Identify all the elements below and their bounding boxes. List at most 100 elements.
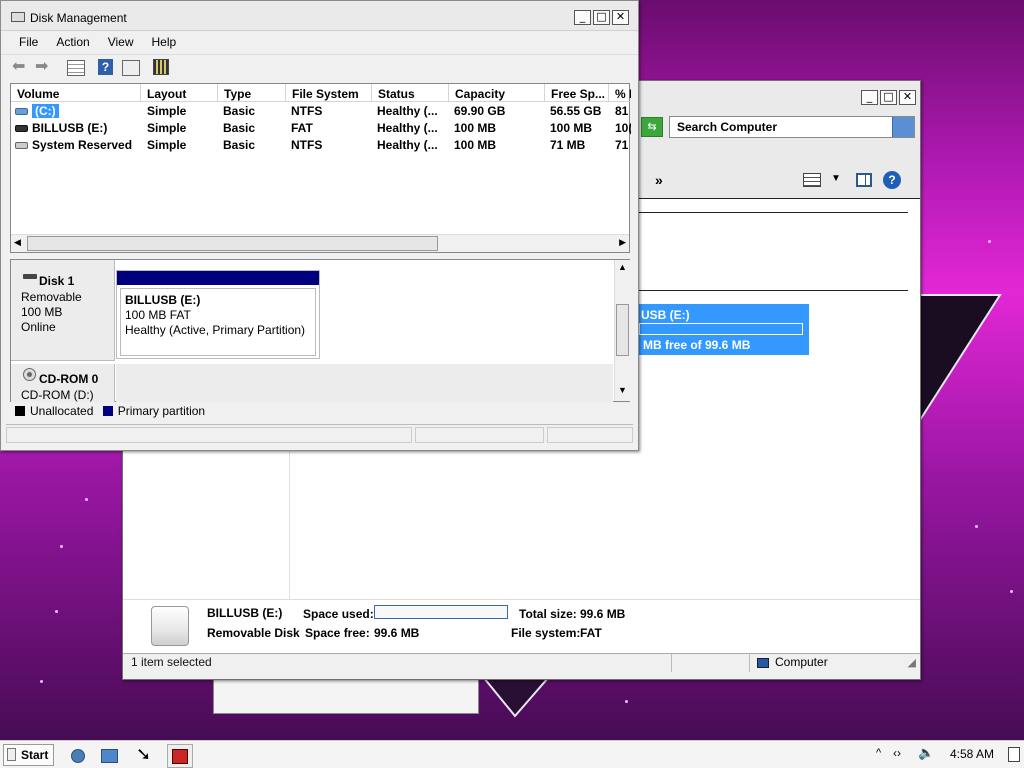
tray-expand-icon[interactable]: ^ — [876, 747, 881, 759]
drive-icon — [15, 142, 28, 149]
scroll-up-icon[interactable]: ▲ — [618, 262, 627, 272]
cell-layout: Simple — [147, 138, 187, 152]
forward-arrow-icon[interactable]: ➡ — [35, 56, 48, 76]
refresh-button[interactable]: ⇆ — [641, 117, 663, 137]
cell-free-space: 56.55 GB — [550, 104, 602, 118]
disk1-type: Removable — [21, 290, 82, 304]
folder-quicklaunch-icon[interactable] — [101, 749, 118, 763]
table-row[interactable]: BILLUSB (E:) Simple Basic FAT Healthy (.… — [11, 120, 631, 137]
show-desktop-button[interactable] — [1008, 747, 1020, 762]
cell-type: Basic — [223, 138, 256, 152]
space-used-label: Space used: — [303, 607, 374, 621]
cell-percent-free: 10( — [615, 121, 631, 135]
dm-titlebar[interactable]: Disk Management — [1, 1, 638, 31]
cell-capacity: 69.90 GB — [454, 104, 506, 118]
space-free-label: Space free: — [305, 626, 370, 640]
partition-status: Healthy (Active, Primary Partition) — [125, 323, 306, 337]
disk1-state: Online — [21, 320, 56, 334]
cell-status: Healthy (... — [377, 138, 438, 152]
taskbar: Start ➘ ^ ‹› 🔈 4:58 AM — [0, 740, 1024, 768]
menu-file[interactable]: File — [10, 35, 47, 49]
back-arrow-icon[interactable]: ⬅ — [12, 56, 25, 76]
legend-unallocated: Unallocated — [30, 404, 94, 418]
partition-billusb[interactable]: BILLUSB (E:) 100 MB FAT Healthy (Active,… — [116, 270, 320, 359]
menu-view[interactable]: View — [99, 35, 143, 49]
disk-management-taskbar-button[interactable] — [167, 744, 193, 768]
column-file-system[interactable]: File System — [286, 84, 372, 102]
status-location: Computer — [775, 655, 828, 669]
partition-body: BILLUSB (E:) 100 MB FAT Healthy (Active,… — [120, 288, 316, 356]
disk-icon — [23, 274, 37, 279]
column-layout[interactable]: Layout — [141, 84, 218, 102]
column-type[interactable]: Type — [218, 84, 286, 102]
cdrom-label-panel[interactable]: CD-ROM 0 CD-ROM (D:) — [11, 364, 115, 402]
minimize-button[interactable]: _ — [861, 90, 878, 105]
scroll-right-icon[interactable]: ▶ — [619, 237, 626, 248]
cell-volume: BILLUSB (E:) — [32, 121, 108, 135]
volume-list-hscrollbar[interactable]: ◀ ▶ — [11, 234, 629, 252]
column-capacity[interactable]: Capacity — [449, 84, 545, 102]
console-tree-icon[interactable] — [67, 60, 85, 76]
drive-tile-usb[interactable]: USB (E:) MB free of 99.6 MB — [635, 304, 809, 355]
menu-help[interactable]: Help — [143, 35, 186, 49]
cdrom-name: CD-ROM 0 — [39, 372, 99, 386]
column-volume[interactable]: Volume — [11, 84, 141, 102]
column-free-space[interactable]: Free Sp... — [545, 84, 609, 102]
disk1-label-panel[interactable]: Disk 1 Removable 100 MB Online — [11, 260, 115, 361]
cell-file-system: FAT — [291, 121, 313, 135]
resize-grip-icon[interactable]: ◢ — [908, 656, 916, 669]
partition-size: 100 MB FAT — [125, 308, 191, 322]
details-drive-kind: Removable Disk — [207, 626, 300, 640]
column-percent-free[interactable]: % F — [609, 84, 631, 102]
cell-status: Healthy (... — [377, 104, 438, 118]
cell-percent-free: 81 — [615, 104, 629, 118]
dm-close-button[interactable]: ✕ — [612, 10, 629, 25]
scroll-down-icon[interactable]: ▼ — [618, 385, 627, 395]
partition-name: BILLUSB (E:) — [125, 293, 201, 307]
file-system-value: FAT — [580, 626, 602, 640]
views-icon[interactable] — [803, 173, 821, 187]
volume-muted-icon[interactable]: 🔈 — [918, 745, 934, 761]
primary-partition-swatch — [102, 406, 113, 416]
properties-icon[interactable] — [122, 60, 140, 76]
search-input[interactable]: Search Computer — [669, 116, 915, 138]
clock-time[interactable]: 4:58 AM — [950, 747, 994, 761]
dm-statusbar — [6, 424, 633, 444]
start-button[interactable]: Start — [3, 744, 54, 766]
help-icon[interactable]: ? — [883, 171, 901, 189]
table-row[interactable]: System Reserved Simple Basic NTFS Health… — [11, 137, 631, 154]
scroll-left-icon[interactable]: ◀ — [14, 237, 21, 248]
search-icon[interactable] — [892, 117, 914, 137]
dm-maximize-button[interactable]: □ — [593, 10, 610, 25]
pointer-cursor-icon[interactable]: ➘ — [136, 744, 151, 764]
partition-header-bar — [117, 271, 319, 285]
explorer-statusbar: 1 item selected Computer ◢ — [123, 653, 920, 679]
computer-icon — [757, 658, 769, 668]
menu-action[interactable]: Action — [47, 35, 98, 49]
preview-pane-icon[interactable] — [856, 173, 872, 187]
dm-minimize-button[interactable]: _ — [574, 10, 591, 25]
network-icon[interactable]: ‹› — [893, 746, 901, 760]
drive-tile-free: MB free of 99.6 MB — [643, 338, 751, 352]
dm-title: Disk Management — [30, 11, 127, 25]
views-dropdown-icon[interactable]: ▼ — [831, 173, 841, 184]
hscroll-thumb[interactable] — [27, 236, 438, 251]
disk-management-icon[interactable] — [153, 59, 169, 75]
column-status[interactable]: Status — [372, 84, 449, 102]
volume-list: Volume Layout Type File System Status Ca… — [10, 83, 631, 253]
more-commands-chevron[interactable]: » — [655, 172, 663, 188]
vscroll-thumb[interactable] — [616, 304, 629, 356]
help-topics-icon[interactable]: ? — [98, 59, 113, 75]
table-row[interactable]: (C:) Simple Basic NTFS Healthy (... 69.9… — [11, 103, 631, 120]
maximize-button[interactable]: □ — [880, 90, 897, 105]
content-separator-2 — [635, 290, 908, 291]
close-button[interactable]: ✕ — [899, 90, 916, 105]
volume-list-header: Volume Layout Type File System Status Ca… — [11, 84, 631, 102]
browser-quicklaunch-icon[interactable] — [71, 749, 85, 763]
cell-capacity: 100 MB — [454, 121, 497, 135]
cell-file-system: NTFS — [291, 104, 323, 118]
drive-usage-bar — [639, 323, 803, 335]
disk-view-vscrollbar[interactable]: ▲ ▼ — [614, 260, 630, 401]
total-size-value: 99.6 MB — [580, 607, 626, 621]
cell-percent-free: 71 — [615, 138, 629, 152]
